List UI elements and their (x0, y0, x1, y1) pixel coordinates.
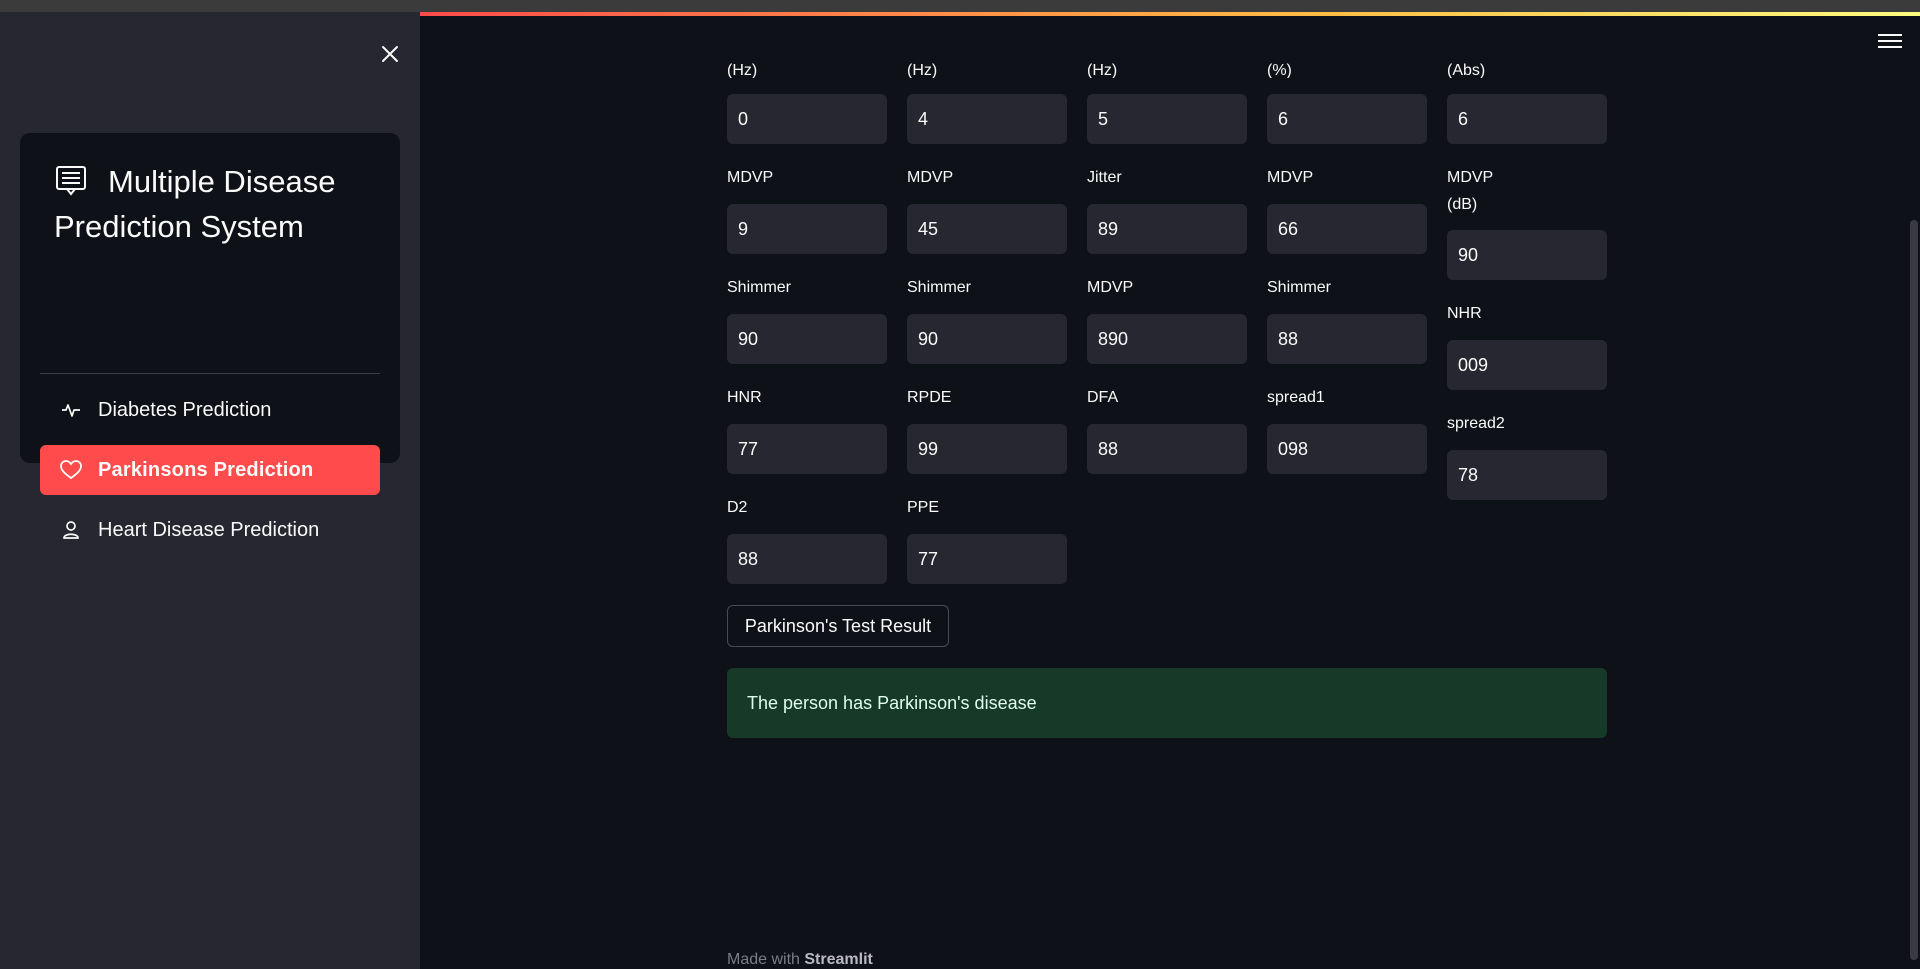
menu-divider (40, 373, 380, 374)
input-field[interactable] (1087, 424, 1247, 474)
menu-title: Multiple Disease Prediction System (54, 159, 374, 249)
field-label: PPE (907, 499, 940, 516)
input-field[interactable] (1267, 94, 1427, 144)
field-label-unit: (dB) (1447, 196, 1478, 213)
input-field[interactable] (1267, 204, 1427, 254)
sidebar-item-label: Parkinsons Prediction (98, 458, 314, 481)
input-field[interactable] (1087, 204, 1247, 254)
field-label: Shimmer (1267, 279, 1332, 296)
input-field[interactable] (1087, 94, 1247, 144)
sidebar: Multiple Disease Prediction System Diabe… (0, 12, 420, 969)
field-label: MDVP (1447, 169, 1494, 186)
sidebar-item-parkinsons[interactable]: Parkinsons Prediction (40, 445, 380, 495)
sidebar-item-label: Diabetes Prediction (98, 398, 272, 421)
input-field[interactable] (1267, 314, 1427, 364)
field-label: MDVP (1267, 169, 1314, 186)
result-success-alert: The person has Parkinson's disease (727, 668, 1607, 738)
header-decoration-bar (420, 12, 1920, 16)
field-label: MDVP (1087, 279, 1134, 296)
input-field[interactable] (727, 534, 887, 584)
field-label: Jitter (1087, 169, 1122, 186)
field-label: (Abs) (1447, 62, 1486, 78)
input-field[interactable] (1447, 450, 1607, 500)
heart-icon (60, 459, 82, 481)
input-field[interactable] (727, 204, 887, 254)
hamburger-menu-icon[interactable] (1878, 34, 1902, 54)
sidebar-item-label: Heart Disease Prediction (98, 518, 320, 541)
field-label: (%) (1267, 62, 1292, 78)
input-field[interactable] (1447, 94, 1607, 144)
field-label: MDVP (727, 169, 774, 186)
field-label: (Hz) (907, 62, 938, 78)
input-field[interactable] (907, 534, 1067, 584)
field-label: D2 (727, 499, 748, 516)
menu-title-text: Multiple Disease Prediction System (54, 164, 336, 244)
document-list-icon (54, 163, 88, 197)
sidebar-item-diabetes[interactable]: Diabetes Prediction (40, 385, 380, 435)
field-label: spread1 (1267, 389, 1325, 406)
field-label: MDVP (907, 169, 954, 186)
input-field[interactable] (907, 314, 1067, 364)
field-label: spread2 (1447, 415, 1505, 432)
field-label: DFA (1087, 389, 1119, 406)
input-field[interactable] (907, 204, 1067, 254)
input-field[interactable] (727, 94, 887, 144)
field-label: Shimmer (907, 279, 972, 296)
sidebar-item-heart[interactable]: Heart Disease Prediction (40, 505, 380, 555)
input-field[interactable] (1447, 340, 1607, 390)
person-icon (60, 519, 82, 541)
input-field[interactable] (907, 94, 1067, 144)
input-field[interactable] (1087, 314, 1247, 364)
field-label: (Hz) (1087, 62, 1118, 78)
streamlit-link[interactable]: Streamlit (804, 951, 872, 968)
footer-prefix: Made with (727, 951, 805, 968)
input-field[interactable] (727, 424, 887, 474)
field-label: Shimmer (727, 279, 792, 296)
browser-edge (0, 0, 1920, 12)
input-field[interactable] (727, 314, 887, 364)
field-label: NHR (1447, 305, 1482, 322)
activity-icon (60, 399, 82, 421)
field-label: HNR (727, 389, 762, 406)
field-label: (Hz) (727, 62, 758, 78)
option-menu: Multiple Disease Prediction System Diabe… (20, 133, 400, 541)
close-icon[interactable] (376, 40, 404, 68)
field-label: RPDE (907, 389, 952, 406)
result-message: The person has Parkinson's disease (747, 692, 1037, 713)
scrollbar[interactable] (1910, 220, 1918, 960)
parkinsons-test-result-button[interactable]: Parkinson's Test Result (727, 605, 949, 647)
input-field[interactable] (907, 424, 1067, 474)
input-field[interactable] (1447, 230, 1607, 280)
footer: Made with Streamlit (727, 951, 873, 969)
input-field[interactable] (1267, 424, 1427, 474)
